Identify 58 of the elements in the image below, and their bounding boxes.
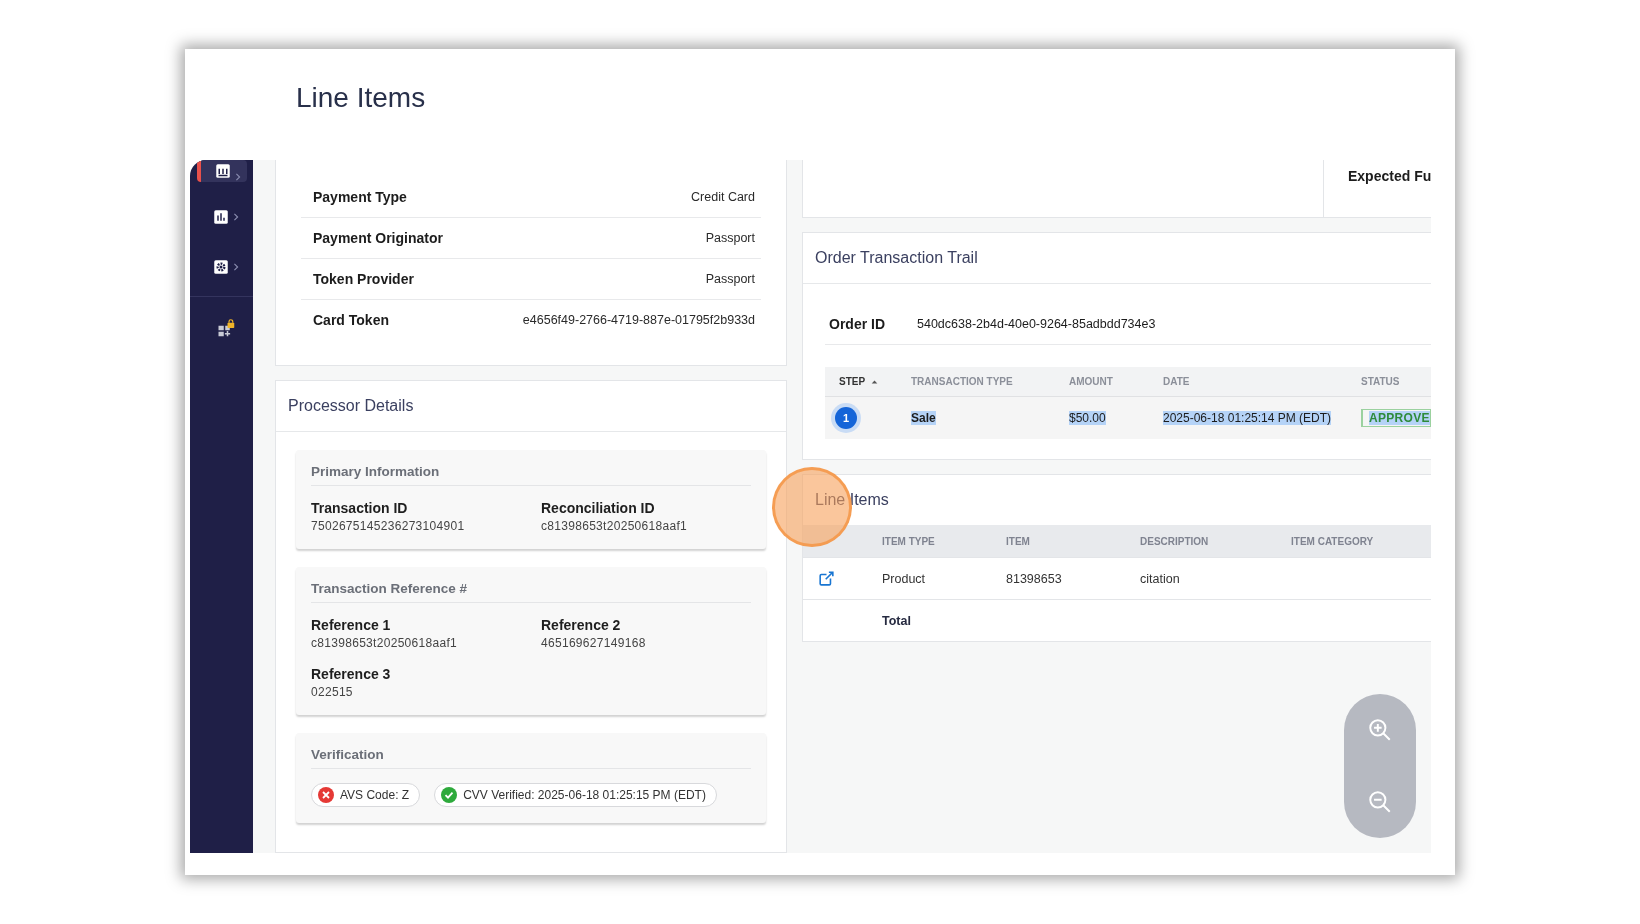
external-link-icon[interactable] bbox=[817, 569, 836, 588]
field-value: Passport bbox=[705, 231, 756, 245]
column-header[interactable]: AMOUNT bbox=[1069, 376, 1113, 387]
panel-title: Verification bbox=[311, 747, 751, 769]
table-cell: citation bbox=[1140, 571, 1180, 586]
field-label: Order ID bbox=[828, 316, 886, 332]
column-header: ITEM CATEGORY bbox=[1291, 535, 1374, 547]
chevron-icon bbox=[231, 262, 240, 272]
field-value: e4656f49-2766-4719-887e-01795f2b933d bbox=[522, 313, 756, 327]
table-row[interactable]: 1 Sale $50.00 2025-06-18 01:25:14 PM (EDT) APPROVE bbox=[825, 397, 1431, 439]
page-title: Line Items bbox=[296, 81, 426, 114]
section-title: Order Transaction Trail bbox=[815, 249, 978, 267]
panel-title: Primary Information bbox=[311, 464, 751, 486]
bank-icon bbox=[213, 162, 232, 180]
field-label: Card Token bbox=[312, 312, 389, 328]
table-cell: 2025-06-18 01:25:14 PM (EDT) bbox=[1163, 411, 1332, 425]
field-value: c81398653t20250618aaf1 bbox=[541, 519, 689, 533]
chip-label: AVS Code: Z bbox=[340, 788, 410, 802]
column-header: ITEM bbox=[1006, 535, 1030, 547]
column-header[interactable]: DATE bbox=[1163, 376, 1190, 387]
field-label: Token Provider bbox=[312, 271, 414, 287]
field-label: Payment Originator bbox=[312, 230, 443, 246]
table-cell: 81398653 bbox=[1006, 571, 1062, 586]
chevron-icon bbox=[231, 212, 240, 222]
table-cell: $50.00 bbox=[1069, 411, 1106, 425]
bar-chart-icon bbox=[211, 208, 230, 226]
total-label: Total bbox=[882, 613, 911, 628]
column-header[interactable]: STEP bbox=[839, 376, 866, 387]
table-cell: Sale bbox=[911, 411, 936, 425]
grid-lock-icon bbox=[216, 319, 235, 337]
field-label: Reference 2 bbox=[541, 617, 622, 633]
section-title: Line Items bbox=[815, 491, 889, 509]
field-label: Reference 3 bbox=[311, 666, 392, 682]
field-value: c81398653t20250618aaf1 bbox=[311, 636, 459, 650]
field-value: Passport bbox=[705, 272, 756, 286]
field-label: Payment Type bbox=[312, 189, 407, 205]
panel-title: Transaction Reference # bbox=[311, 581, 751, 603]
field-label: Transaction ID bbox=[311, 500, 409, 516]
column-header[interactable]: TRANSACTION TYPE bbox=[911, 376, 1013, 387]
field-value: 540dc638-2b4d-40e0-9264-85adbdd734e3 bbox=[917, 317, 1156, 331]
field-label: Reference 1 bbox=[311, 617, 392, 633]
section-title: Processor Details bbox=[288, 397, 414, 415]
step-badge: 1 bbox=[835, 407, 857, 429]
status-text: APPROVE bbox=[1369, 411, 1430, 425]
field-value: 022515 bbox=[311, 685, 354, 699]
column-header: ITEM TYPE bbox=[882, 535, 935, 547]
column-header: DESCRIPTION bbox=[1140, 535, 1209, 547]
field-value: Credit Card bbox=[691, 190, 756, 204]
chevron-icon bbox=[233, 172, 242, 182]
field-value: 465169627149168 bbox=[541, 636, 647, 650]
field-label: Reconciliation ID bbox=[541, 500, 656, 516]
column-label: Expected Fu bbox=[1348, 168, 1431, 184]
table-cell: Product bbox=[882, 571, 926, 586]
chip-label: CVV Verified: 2025-06-18 01:25:15 PM (EDT) bbox=[463, 788, 706, 802]
field-value: 7502675145236273104901 bbox=[311, 519, 466, 533]
column-header[interactable]: STATUS bbox=[1361, 376, 1400, 387]
sort-arrow-icon[interactable] bbox=[871, 378, 879, 385]
sidebar-item[interactable] bbox=[196, 160, 247, 182]
